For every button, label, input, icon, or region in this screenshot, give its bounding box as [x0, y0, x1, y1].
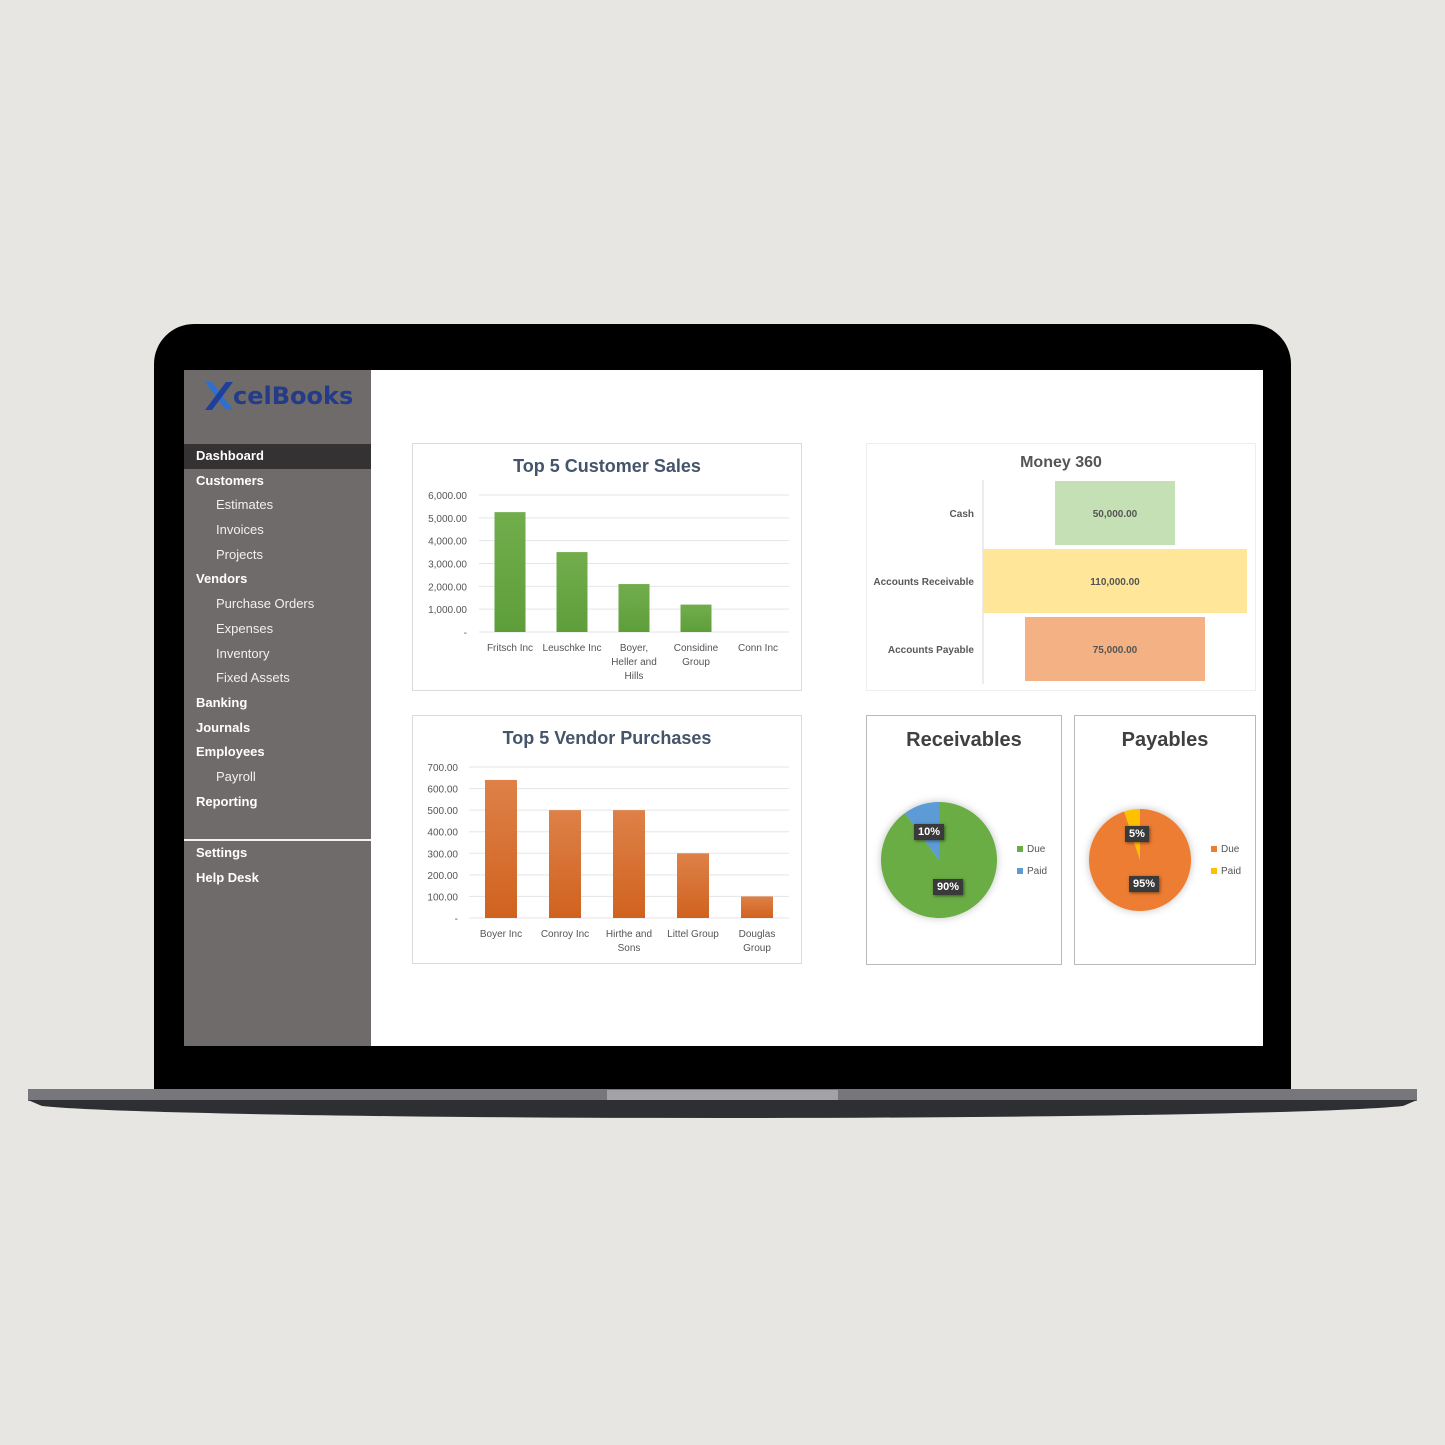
sidebar-item-banking[interactable]: Banking	[184, 691, 371, 716]
payables-legend: Due Paid	[1211, 838, 1241, 882]
sidebar-item-projects[interactable]: Projects	[184, 543, 371, 568]
legend-label: Paid	[1027, 865, 1048, 877]
x-tick-label: Boyer Inc	[480, 929, 522, 940]
payables-due-label: 95%	[1129, 876, 1160, 892]
payables-paid-label: 5%	[1125, 826, 1149, 842]
y-tick-label: 200.00	[427, 871, 458, 882]
sidebar-item-estimates[interactable]: Estimates	[184, 493, 371, 518]
x-tick-label: Hills	[625, 671, 644, 682]
y-tick-label: -	[464, 628, 467, 639]
receivables-due-label: 90%	[933, 879, 964, 895]
logo-text: celBooks	[233, 382, 354, 410]
y-tick-label: 6,000.00	[428, 491, 467, 502]
sidebar-item-dashboard[interactable]: Dashboard	[184, 444, 371, 469]
legend-item-paid: Paid	[1211, 860, 1241, 882]
receivables-legend: Due Paid	[1017, 838, 1047, 882]
legend-swatch	[1211, 868, 1217, 874]
y-tick-label: 300.00	[427, 849, 458, 860]
sidebar-item-settings[interactable]: Settings	[184, 841, 371, 866]
sidebar-nav: Dashboard Customers Estimates Invoices Proje…	[184, 444, 371, 814]
y-tick-label: 2,000.00	[428, 582, 467, 593]
sidebar-item-customers[interactable]: Customers	[184, 469, 371, 494]
legend-swatch	[1017, 846, 1023, 852]
sidebar-item-purchase-orders[interactable]: Purchase Orders	[184, 592, 371, 617]
y-tick-label: 600.00	[427, 785, 458, 796]
sidebar-item-employees[interactable]: Employees	[184, 740, 371, 765]
x-tick-label: Fritsch Inc	[487, 643, 533, 654]
x-tick-label: Littel Group	[667, 929, 719, 940]
funnel-category-label: Accounts Receivable	[873, 577, 974, 588]
app-logo[interactable]: celBooks	[202, 376, 353, 416]
x-tick-label: Douglas	[739, 929, 776, 940]
laptop-base-bottom	[28, 1100, 1417, 1118]
bar-littel-group[interactable]	[677, 853, 709, 918]
sidebar-footer-nav: Settings Help Desk	[184, 841, 371, 890]
legend-item-paid: Paid	[1017, 860, 1047, 882]
y-tick-label: 400.00	[427, 828, 458, 839]
legend-item-due: Due	[1211, 838, 1241, 860]
x-tick-label: Conn Inc	[738, 643, 778, 654]
legend-label: Due	[1221, 843, 1240, 855]
y-tick-label: 1,000.00	[428, 605, 467, 616]
legend-label: Due	[1027, 843, 1046, 855]
vendor-purchases-chart: - 100.00 200.00 300.00 400.00 500.00 600.00 700…	[427, 763, 789, 954]
sidebar-item-invoices[interactable]: Invoices	[184, 518, 371, 543]
money-360-chart: 50,000.00 Cash 110,000.00 Accounts Receivab…	[873, 480, 1247, 684]
x-tick-label: Conroy Inc	[541, 929, 589, 940]
bar-leuschke-inc[interactable]	[556, 552, 588, 632]
x-tick-label: Considine	[674, 643, 719, 654]
sidebar-item-help-desk[interactable]: Help Desk	[184, 866, 371, 891]
sidebar-item-expenses[interactable]: Expenses	[184, 617, 371, 642]
legend-item-due: Due	[1017, 838, 1047, 860]
customer-sales-panel: Top 5 Customer Sales -1,000.00 2,000.00 3,…	[412, 443, 802, 691]
bar-boyer-heller-and-hills[interactable]	[618, 584, 650, 632]
bar-conroy-inc[interactable]	[549, 810, 581, 918]
sidebar-item-reporting[interactable]: Reporting	[184, 790, 371, 815]
x-tick-label: Boyer,	[620, 643, 648, 654]
legend-swatch	[1017, 868, 1023, 874]
funnel-value-label: 75,000.00	[1093, 645, 1138, 656]
bar-douglas-group[interactable]	[741, 896, 773, 918]
payables-panel: Payables 5% 95% Due Paid	[1074, 715, 1256, 965]
bar-boyer-inc[interactable]	[485, 779, 517, 918]
bar-fritsch-inc[interactable]	[494, 512, 526, 632]
y-tick-label: 3,000.00	[428, 560, 467, 571]
funnel-value-label: 110,000.00	[1090, 577, 1140, 588]
funnel-value-label: 50,000.00	[1093, 509, 1138, 520]
receivables-panel: Receivables 10% 90% Due Paid	[866, 715, 1062, 965]
bar-considine-group[interactable]	[680, 604, 712, 632]
legend-swatch	[1211, 846, 1217, 852]
sidebar: celBooks Dashboard Customers Estimates Invo…	[184, 370, 371, 1046]
x-tick-label: Sons	[618, 943, 641, 954]
sidebar-item-fixed-assets[interactable]: Fixed Assets	[184, 666, 371, 691]
vendor-purchases-panel: Top 5 Vendor Purchases -100.00 200.00 300.…	[412, 715, 802, 964]
customer-sales-chart: - 1,000.00 2,000.00 3,000.00 4,000.00 5,000.0…	[428, 491, 789, 682]
money-360-panel: Money 360 50,000.00 Cash 110,000.00 Account…	[866, 443, 1256, 691]
sidebar-item-vendors[interactable]: Vendors	[184, 567, 371, 592]
app-screen: celBooks Dashboard Customers Estimates Invo…	[184, 370, 1263, 1046]
logo-x-icon	[205, 382, 233, 410]
y-tick-label: 5,000.00	[428, 514, 467, 525]
sidebar-item-payroll[interactable]: Payroll	[184, 765, 371, 790]
x-tick-label: Heller and	[611, 657, 657, 668]
y-tick-label: 100.00	[427, 892, 458, 903]
receivables-paid-label: 10%	[914, 824, 945, 840]
bar-hirthe-and-sons[interactable]	[613, 810, 645, 918]
laptop-base-notch	[607, 1090, 838, 1100]
y-tick-label: -	[455, 914, 458, 925]
x-tick-label: Hirthe and	[606, 929, 652, 940]
x-tick-label: Group	[743, 943, 771, 954]
y-tick-label: 500.00	[427, 806, 458, 817]
funnel-category-label: Accounts Payable	[888, 645, 975, 656]
sidebar-item-journals[interactable]: Journals	[184, 716, 371, 741]
legend-label: Paid	[1221, 865, 1242, 877]
x-tick-label: Group	[682, 657, 710, 668]
y-tick-label: 4,000.00	[428, 537, 467, 548]
x-tick-label: Leuschke Inc	[543, 643, 602, 654]
funnel-category-label: Cash	[950, 509, 974, 520]
y-tick-label: 700.00	[427, 763, 458, 774]
sidebar-item-inventory[interactable]: Inventory	[184, 642, 371, 667]
